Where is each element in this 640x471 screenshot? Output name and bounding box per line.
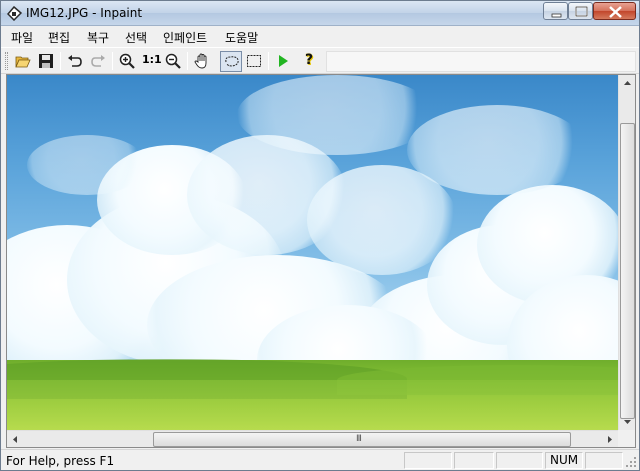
redo-button[interactable] [87, 51, 109, 72]
scroll-thumb-grip: III [356, 434, 362, 444]
help-icon: ? [305, 52, 314, 68]
close-button[interactable] [593, 2, 636, 20]
maximize-button[interactable] [568, 2, 593, 20]
vertical-scroll-thumb[interactable] [620, 123, 635, 419]
minimize-button[interactable] [543, 2, 568, 20]
actual-size-icon: 1:1 [142, 53, 162, 66]
toolbar-grip[interactable] [5, 52, 8, 70]
size-grip[interactable] [625, 456, 637, 468]
status-pane-empty-2 [454, 452, 494, 469]
rect-select-button[interactable] [243, 51, 265, 72]
menu-edit[interactable]: 편집 [46, 29, 72, 46]
open-button[interactable] [12, 51, 34, 72]
title-bar[interactable]: IMG12.JPG - Inpaint [1, 1, 639, 26]
run-inpaint-button[interactable] [272, 51, 294, 72]
horizontal-scrollbar[interactable]: III [7, 430, 618, 447]
pan-button[interactable] [191, 51, 213, 72]
menu-restore[interactable]: 복구 [85, 29, 111, 46]
toolbar: 1:1 ? [1, 47, 639, 74]
app-icon [6, 5, 23, 22]
num-lock-indicator: NUM [545, 452, 583, 469]
lasso-select-button[interactable] [220, 51, 242, 72]
scroll-corner [618, 430, 635, 447]
toolbar-empty-area [326, 51, 636, 72]
app-window: IMG12.JPG - Inpaint 파일 편집 복구 선택 인페인트 도움말 [0, 0, 640, 471]
canvas-frame: III [6, 74, 636, 448]
status-help-text: For Help, press F1 [6, 454, 115, 468]
window-title: IMG12.JPG - Inpaint [26, 6, 143, 20]
save-button[interactable] [35, 51, 57, 72]
status-bar: For Help, press F1 NUM [1, 449, 639, 470]
menu-file[interactable]: 파일 [9, 29, 35, 46]
help-button[interactable]: ? [300, 51, 322, 72]
status-pane-empty-4 [585, 452, 623, 469]
vertical-scrollbar[interactable] [618, 75, 635, 430]
scroll-down-button[interactable] [619, 413, 636, 430]
horizontal-scroll-thumb[interactable]: III [153, 432, 571, 447]
menu-select[interactable]: 선택 [123, 29, 149, 46]
scroll-right-button[interactable] [601, 431, 618, 448]
status-pane-empty-3 [496, 452, 543, 469]
zoom-out-button[interactable] [162, 51, 184, 72]
menu-inpaint[interactable]: 인페인트 [161, 29, 209, 46]
menu-help[interactable]: 도움말 [223, 29, 260, 46]
zoom-in-button[interactable] [116, 51, 138, 72]
menu-bar: 파일 편집 복구 선택 인페인트 도움말 [1, 26, 639, 47]
undo-button[interactable] [64, 51, 86, 72]
actual-size-button[interactable]: 1:1 [139, 51, 162, 72]
status-pane-empty-1 [404, 452, 452, 469]
scroll-up-button[interactable] [619, 75, 636, 92]
image-canvas[interactable] [7, 75, 618, 430]
scroll-left-button[interactable] [7, 431, 24, 448]
